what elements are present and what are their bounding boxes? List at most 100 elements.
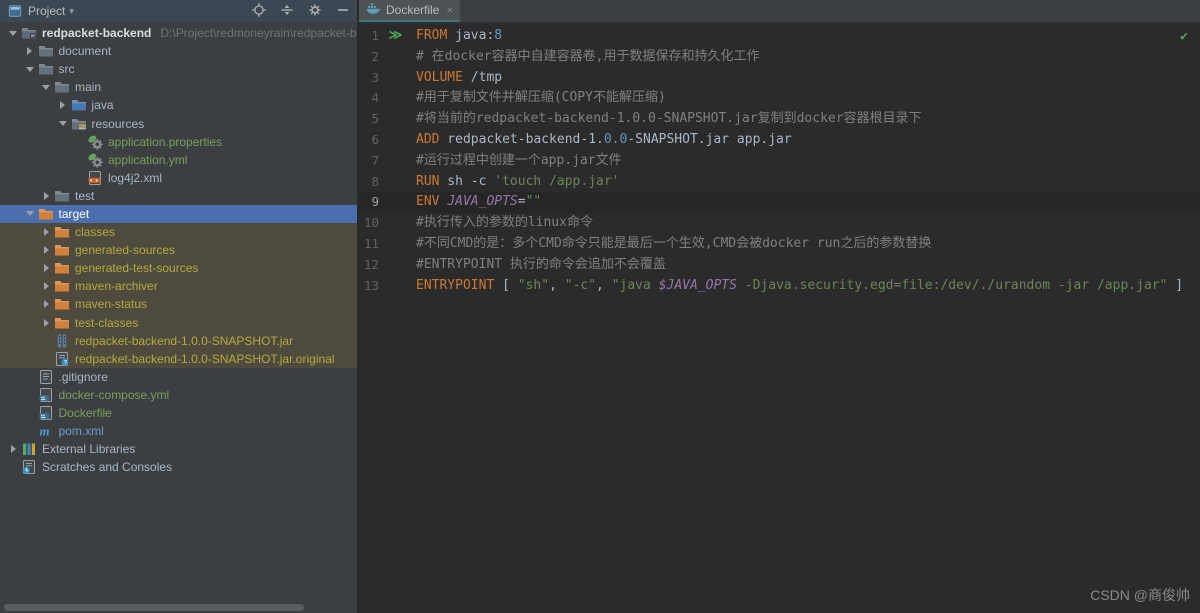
tree-item-java[interactable]: java [0, 96, 357, 114]
code-line-3[interactable]: 3 VOLUME /tmp [359, 68, 1200, 89]
code-line-6[interactable]: 6ADD redpacket-backend-1.0.0-SNAPSHOT.ja… [359, 130, 1200, 151]
horizontal-scrollbar[interactable] [4, 604, 304, 611]
tree-item-redpacket-backend-1-0-0-snapshot-jar[interactable]: redpacket-backend-1.0.0-SNAPSHOT.jar [0, 332, 357, 350]
tree-item-label: pom.xml [59, 424, 104, 438]
tree-item-resources[interactable]: resources [0, 114, 357, 132]
tree-item-generated-test-sources[interactable]: generated-test-sources [0, 259, 357, 277]
tree-item-classes[interactable]: classes [0, 223, 357, 241]
tree-item-scratches-and-consoles[interactable]: Scratches and Consoles [0, 458, 357, 476]
tree-item-label: test-classes [75, 316, 138, 330]
settings-icon[interactable] [306, 2, 323, 18]
tree-item-label: application.yml [108, 153, 187, 167]
tree-item-dockerfile[interactable]: Dockerfile [0, 404, 357, 422]
folder-excluded-icon [54, 224, 70, 240]
run-icon[interactable]: ≫ [383, 26, 407, 47]
chevron-right-icon[interactable] [55, 101, 71, 109]
code-text: RUN sh -c 'touch /app.jar' [416, 172, 620, 193]
code-line-13[interactable]: 13ENTRYPOINT [ "sh", "-c", "java $JAVA_O… [359, 276, 1200, 297]
inspection-ok-icon[interactable]: ✔ [1180, 27, 1188, 48]
chevron-right-icon[interactable] [38, 228, 54, 236]
line-number: 13 [359, 276, 379, 297]
chevron-down-icon[interactable] [22, 67, 38, 72]
code-line-4[interactable]: 4#用于复制文件并解压缩(COPY不能解压缩) [359, 88, 1200, 109]
code-text: ENV JAVA_OPTS="" [416, 192, 541, 213]
folder-excluded-icon [54, 315, 70, 331]
chevron-down-icon[interactable] [22, 211, 38, 216]
close-icon[interactable]: × [446, 3, 453, 17]
line-number: 9 [359, 192, 379, 213]
chevron-right-icon[interactable] [38, 319, 54, 327]
code-line-7[interactable]: 7#运行过程中创建一个app.jar文件 [359, 151, 1200, 172]
gutter: 11 [359, 234, 416, 255]
code-line-2[interactable]: 2# 在docker容器中自建容器卷,用于数据保存和持久化工作 [359, 47, 1200, 68]
chevron-down-icon[interactable] [55, 121, 71, 126]
code-line-10[interactable]: 10#执行传入的参数的linux命令 [359, 213, 1200, 234]
tree-item-label: docker-compose.yml [59, 388, 170, 402]
project-panel-header: Project ▾ [0, 0, 357, 22]
code-line-1[interactable]: 1≫FROM java:8 [359, 26, 1200, 47]
gutter: 10 [359, 213, 416, 234]
code-editor[interactable]: ✔ 1≫FROM java:82# 在docker容器中自建容器卷,用于数据保存… [359, 23, 1200, 613]
chevron-right-icon[interactable] [38, 282, 54, 290]
chevron-right-icon[interactable] [5, 445, 21, 453]
line-number: 2 [359, 47, 379, 68]
tree-item-target[interactable]: target [0, 205, 357, 223]
chevron-right-icon[interactable] [38, 264, 54, 272]
tree-item-main[interactable]: main [0, 78, 357, 96]
code-line-11[interactable]: 11#不同CMD的是：多个CMD命令只能是最后一个生效,CMD会被docker … [359, 234, 1200, 255]
gutter: 12 [359, 255, 416, 276]
tree-item-label: External Libraries [42, 442, 135, 456]
chevron-down-icon[interactable] [5, 31, 21, 36]
tree-item-external-libraries[interactable]: External Libraries [0, 440, 357, 458]
tree-item-generated-sources[interactable]: generated-sources [0, 241, 357, 259]
tree-item-log4j2-xml[interactable]: log4j2.xml [0, 169, 357, 187]
folder-icon [54, 79, 70, 95]
chevron-down-icon[interactable]: ▾ [69, 6, 74, 17]
chevron-right-icon[interactable] [38, 192, 54, 200]
tree-item-test[interactable]: test [0, 187, 357, 205]
tab-dockerfile[interactable]: Dockerfile × [359, 0, 460, 22]
tree-item-label: java [92, 98, 114, 112]
tree-item-document[interactable]: document [0, 42, 357, 60]
tree-item-docker-compose-yml[interactable]: docker-compose.yml [0, 386, 357, 404]
tree-item-maven-status[interactable]: maven-status [0, 295, 357, 313]
tree-item-maven-archiver[interactable]: maven-archiver [0, 277, 357, 295]
code-text: FROM java:8 [416, 26, 502, 47]
tree-item-label: .gitignore [59, 370, 108, 384]
file-unknown-icon: ? [54, 351, 70, 367]
project-tool-window: Project ▾ redpacket-backendD:\Project\re… [0, 0, 359, 613]
code-text: #执行传入的参数的linux命令 [416, 213, 593, 234]
code-text: VOLUME /tmp [416, 68, 502, 89]
tree-item-application-yml[interactable]: application.yml [0, 151, 357, 169]
tree-item-pom-xml[interactable]: mpom.xml [0, 422, 357, 440]
project-panel-title[interactable]: Project [28, 4, 65, 18]
code-line-8[interactable]: 8RUN sh -c 'touch /app.jar' [359, 172, 1200, 193]
tree-item-redpacket-backend[interactable]: redpacket-backendD:\Project\redmoneyrain… [0, 24, 357, 42]
tree-item-redpacket-backend-1-0-0-snapshot-jar-original[interactable]: ?redpacket-backend-1.0.0-SNAPSHOT.jar.or… [0, 350, 357, 368]
code-line-5[interactable]: 5#将当前的redpacket-backend-1.0.0-SNAPSHOT.j… [359, 109, 1200, 130]
tree-item-gitignore[interactable]: .gitignore [0, 368, 357, 386]
chevron-down-icon[interactable] [38, 85, 54, 90]
hide-icon[interactable] [334, 2, 351, 18]
tree-item-application-properties[interactable]: application.properties [0, 133, 357, 151]
tree-item-label: test [75, 189, 94, 203]
gutter: 5 [359, 109, 416, 130]
code-line-12[interactable]: 12#ENTRYPOINT 执行的命令会追加不会覆盖 [359, 255, 1200, 276]
folder-icon [38, 43, 54, 59]
folder-excluded-icon [38, 206, 54, 222]
chevron-right-icon[interactable] [38, 300, 54, 308]
folder-resources-icon [71, 116, 87, 132]
line-number: 7 [359, 151, 379, 172]
line-number: 3 [359, 68, 379, 89]
code-line-9[interactable]: 9 ENV JAVA_OPTS="" [359, 192, 1200, 213]
chevron-right-icon[interactable] [38, 246, 54, 254]
code-text: #将当前的redpacket-backend-1.0.0-SNAPSHOT.ja… [416, 109, 922, 130]
folder-icon [38, 61, 54, 77]
locate-icon[interactable] [250, 2, 267, 18]
chevron-right-icon[interactable] [22, 47, 38, 55]
docker-file-icon [38, 405, 54, 421]
tree-item-test-classes[interactable]: test-classes [0, 314, 357, 332]
tree-item-label: Dockerfile [59, 406, 112, 420]
collapse-all-icon[interactable] [278, 2, 295, 18]
tree-item-src[interactable]: src [0, 60, 357, 78]
